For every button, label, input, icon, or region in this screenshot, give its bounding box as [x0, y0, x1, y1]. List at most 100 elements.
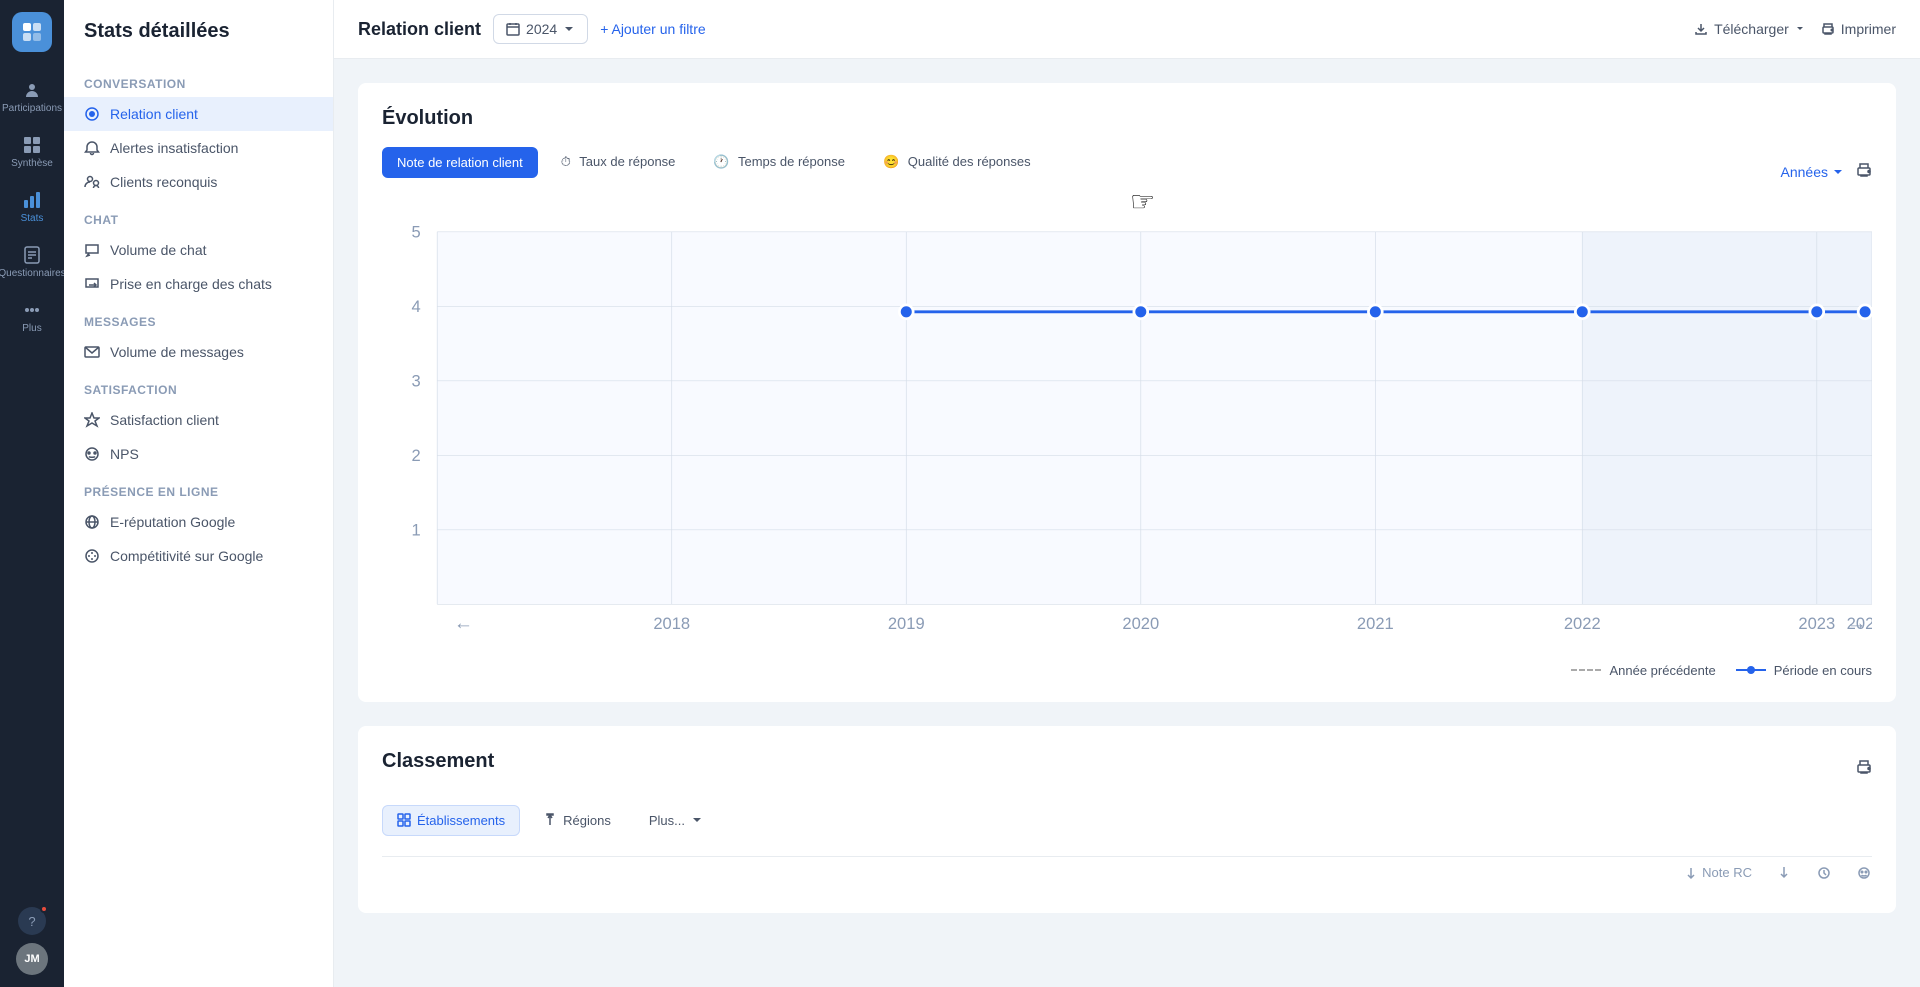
regions-icon: [543, 813, 557, 827]
response-sort-icon: [1776, 865, 1792, 881]
main-area: Relation client 2024 + Ajouter un filtre: [334, 0, 1920, 987]
svg-text:5: 5: [411, 222, 420, 241]
questionnaires-label: Questionnaires: [0, 268, 66, 280]
header-left: Relation client 2024 + Ajouter un filtre: [358, 14, 706, 44]
column-time-icon: [1816, 865, 1832, 881]
evolution-chart: 5 4 3 2 1 2018 2019 2020 2021 2022 2023 …: [382, 218, 1872, 651]
participations-label: Participations: [2, 103, 62, 115]
tab-plus[interactable]: Plus...: [634, 805, 718, 836]
sidebar-item-volume-chat[interactable]: Volume de chat: [64, 233, 333, 267]
years-dropdown[interactable]: Années: [1781, 164, 1844, 180]
synthese-label: Synthèse: [11, 158, 53, 170]
calendar-icon: [506, 22, 520, 36]
add-filter-button[interactable]: + Ajouter un filtre: [600, 21, 705, 37]
section-label-conversation: Conversation: [64, 63, 333, 97]
sidebar-item-stats[interactable]: Stats: [4, 182, 60, 233]
svg-text:←: ←: [454, 613, 473, 634]
plus-label: Plus: [22, 323, 41, 335]
tab-note-relation[interactable]: Note de relation client: [382, 147, 538, 178]
svg-text:2: 2: [411, 446, 420, 465]
legend-solid-line: [1736, 669, 1766, 671]
svg-text:1: 1: [411, 520, 420, 539]
print-button[interactable]: Imprimer: [1821, 21, 1896, 37]
svg-text:2019: 2019: [888, 614, 925, 633]
quality-sort-icon: [1856, 865, 1872, 881]
main-content: Évolution Note de relation client ⏱ Taux…: [334, 59, 1920, 987]
svg-text:2023: 2023: [1798, 614, 1835, 633]
print-icon: [1821, 22, 1835, 36]
help-button[interactable]: ?: [18, 907, 46, 935]
section-label-presence: Présence en ligne: [64, 471, 333, 505]
legend-dashed-line: [1571, 669, 1601, 671]
classement-title: Classement: [382, 750, 494, 773]
chart-tabs: Note de relation client ⏱ Taux de répons…: [382, 146, 1046, 178]
tab-regions[interactable]: Régions: [528, 805, 626, 836]
chart-print-icon: [1856, 162, 1872, 178]
header-right: Télécharger Imprimer: [1694, 21, 1896, 37]
svg-text:2022: 2022: [1564, 614, 1601, 633]
classement-header: Classement: [382, 750, 1872, 789]
svg-text:4: 4: [411, 297, 420, 316]
sidebar-item-questionnaires[interactable]: Questionnaires: [4, 237, 60, 288]
legend-previous: Année précédente: [1571, 663, 1715, 678]
download-icon: [1694, 22, 1708, 36]
download-button[interactable]: Télécharger: [1694, 21, 1805, 37]
sidebar-item-volume-messages[interactable]: Volume de messages: [64, 335, 333, 369]
evolution-title: Évolution: [382, 107, 1872, 130]
sort-down-icon: [1684, 866, 1698, 880]
sidebar-item-relation-client[interactable]: Relation client: [64, 97, 333, 131]
app-logo[interactable]: [12, 12, 52, 52]
svg-text:2020: 2020: [1122, 614, 1159, 633]
chevron-down-icon: [563, 23, 575, 35]
tab-qualite-reponses[interactable]: 😊 Qualité des réponses: [868, 146, 1046, 178]
user-avatar[interactable]: JM: [16, 943, 48, 975]
classement-print-icon: [1856, 759, 1872, 775]
icon-bar-bottom: ? JM: [16, 907, 48, 975]
chart-print-button[interactable]: [1856, 162, 1872, 183]
tab-taux-reponse[interactable]: ⏱ Taux de réponse: [546, 146, 691, 178]
main-header: Relation client 2024 + Ajouter un filtre: [334, 0, 1920, 59]
tab-temps-reponse[interactable]: 🕐 Temps de réponse: [698, 146, 860, 178]
time-sort-icon: [1816, 865, 1832, 881]
classement-print-button[interactable]: [1856, 759, 1872, 780]
svg-text:3: 3: [411, 371, 420, 390]
sidebar: Stats détaillées Conversation Relation c…: [64, 0, 334, 987]
sidebar-item-nps[interactable]: NPS: [64, 437, 333, 471]
sidebar-item-clients-reconquis[interactable]: Clients reconquis: [64, 165, 333, 199]
year-filter[interactable]: 2024: [493, 14, 588, 44]
table-header: Note RC: [382, 856, 1872, 889]
classement-tabs: Établissements Régions Plus...: [382, 805, 1872, 836]
stats-label: Stats: [21, 213, 44, 225]
notification-dot: [40, 905, 48, 913]
sidebar-item-competitivite[interactable]: Compétitivité sur Google: [64, 539, 333, 573]
svg-text:→: →: [1847, 613, 1866, 634]
sidebar-item-satisfaction-client[interactable]: Satisfaction client: [64, 403, 333, 437]
chart-legend: Année précédente Période en cours: [382, 663, 1872, 678]
etablissements-icon: [397, 813, 411, 827]
column-note-rc[interactable]: Note RC: [1684, 865, 1752, 880]
legend-current: Période en cours: [1736, 663, 1872, 678]
svg-text:2021: 2021: [1357, 614, 1394, 633]
section-label-satisfaction: Satisfaction: [64, 369, 333, 403]
evolution-section: Évolution Note de relation client ⏱ Taux…: [358, 83, 1896, 702]
section-label-chat: Chat: [64, 199, 333, 233]
sidebar-title: Stats détaillées: [64, 20, 333, 63]
sidebar-item-ereputation[interactable]: E-réputation Google: [64, 505, 333, 539]
page-title: Relation client: [358, 19, 481, 40]
column-response-icon: [1776, 865, 1792, 881]
sidebar-item-plus[interactable]: Plus: [4, 292, 60, 343]
plus-chevron-icon: [691, 814, 703, 826]
sidebar-item-alertes[interactable]: Alertes insatisfaction: [64, 131, 333, 165]
classement-section: Classement: [358, 726, 1896, 913]
years-chevron-icon: [1832, 166, 1844, 178]
svg-text:2018: 2018: [653, 614, 690, 633]
sidebar-item-participations[interactable]: Participations: [4, 72, 60, 123]
icon-bar: Participations Synthèse Stats Questionna…: [0, 0, 64, 987]
chart-controls: Années: [1781, 162, 1872, 183]
tab-etablissements[interactable]: Établissements: [382, 805, 520, 836]
sidebar-item-synthese[interactable]: Synthèse: [4, 127, 60, 178]
sidebar-item-prise-en-charge[interactable]: Prise en charge des chats: [64, 267, 333, 301]
section-label-messages: Messages: [64, 301, 333, 335]
chart-svg: 5 4 3 2 1 2018 2019 2020 2021 2022 2023 …: [382, 218, 1872, 646]
download-chevron-icon: [1795, 24, 1805, 34]
